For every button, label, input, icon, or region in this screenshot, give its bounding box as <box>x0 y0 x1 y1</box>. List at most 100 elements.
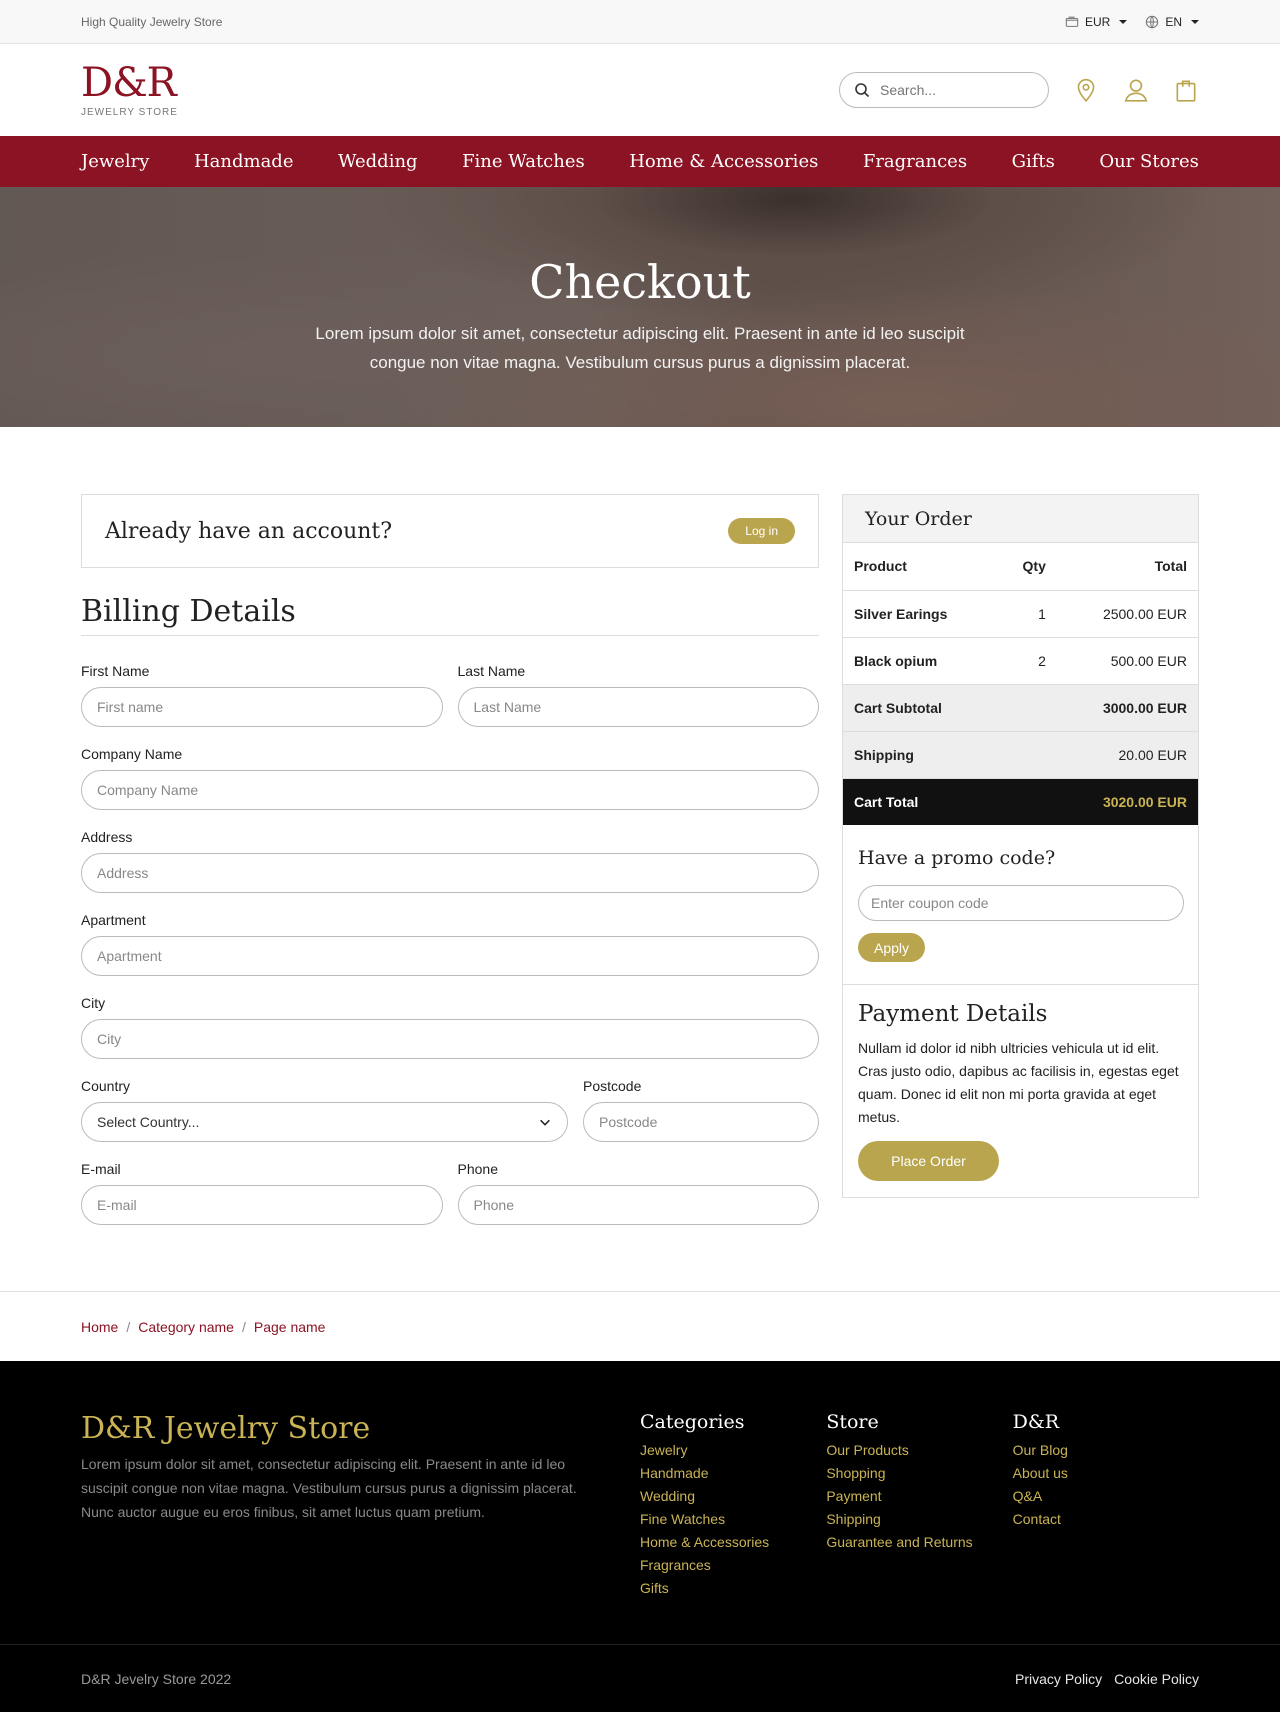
billing-column: Already have an account? Log in Billing … <box>81 494 819 1225</box>
main-nav: Jewelry Handmade Wedding Fine Watches Ho… <box>0 136 1280 187</box>
total-value: 3020.00 EUR <box>1056 778 1198 825</box>
item-qty: 2 <box>996 637 1057 685</box>
currency-value: EUR <box>1084 15 1111 29</box>
cookie-policy-link[interactable]: Cookie Policy <box>1114 1671 1199 1687</box>
footer-column-store: Store Our Products Shopping Payment Ship… <box>826 1411 1012 1600</box>
footer-link[interactable]: Wedding <box>640 1485 826 1508</box>
footer-column-categories: Categories Jewelry Handmade Wedding Fine… <box>640 1411 826 1600</box>
nav-item-wedding[interactable]: Wedding <box>338 151 418 172</box>
privacy-policy-link[interactable]: Privacy Policy <box>1015 1671 1102 1687</box>
payment-section: Payment Details Nullam id dolor id nibh … <box>843 985 1198 1197</box>
language-selector[interactable]: EN <box>1145 15 1199 29</box>
address-field[interactable] <box>81 853 819 893</box>
footer-link[interactable]: Shopping <box>826 1462 1012 1485</box>
country-label: Country <box>81 1078 131 1094</box>
account-question: Already have an account? <box>105 518 393 544</box>
footer-link[interactable]: Handmade <box>640 1462 826 1485</box>
postcode-field[interactable] <box>583 1102 819 1142</box>
footer-link[interactable]: Our Blog <box>1013 1439 1199 1462</box>
place-order-button[interactable]: Place Order <box>858 1141 999 1181</box>
login-button[interactable]: Log in <box>728 518 795 544</box>
site-footer: D&R Jewelry Store Lorem ipsum dolor sit … <box>0 1361 1280 1644</box>
footer-link[interactable]: Fragrances <box>640 1554 826 1577</box>
footer-link[interactable]: Home & Accessories <box>640 1531 826 1554</box>
hero-text: Lorem ipsum dolor sit amet, consectetur … <box>315 324 965 372</box>
breadcrumb-page[interactable]: Page name <box>254 1319 326 1335</box>
footer-column-title: Categories <box>640 1411 745 1433</box>
total-label: Cart Total <box>843 778 1057 825</box>
checkout-main: Already have an account? Log in Billing … <box>0 427 1280 1291</box>
footer-link[interactable]: Jewelry <box>640 1439 826 1462</box>
nav-item-handmade[interactable]: Handmade <box>194 151 294 172</box>
item-product: Silver Earings <box>843 590 997 638</box>
shipping-value: 20.00 EUR <box>1056 731 1198 779</box>
item-total: 2500.00 EUR <box>1056 590 1198 638</box>
order-table: Product Qty Total Silver Earings 1 2500.… <box>843 543 1198 825</box>
top-selectors: EUR EN <box>1065 15 1199 29</box>
user-icon[interactable] <box>1123 77 1149 103</box>
search-input[interactable] <box>880 82 1020 98</box>
table-row: Silver Earings 1 2500.00 EUR <box>843 590 1198 638</box>
postcode-label: Postcode <box>583 1078 642 1094</box>
hero-banner: Checkout Lorem ipsum dolor sit amet, con… <box>0 187 1280 427</box>
globe-icon <box>1146 15 1159 29</box>
footer-link[interactable]: About us <box>1013 1462 1199 1485</box>
coupon-input[interactable] <box>858 885 1184 921</box>
footer-link[interactable]: Our Products <box>826 1439 1012 1462</box>
caret-down-icon <box>1191 20 1199 24</box>
order-header: Your Order <box>843 495 1198 543</box>
logo-subtitle: JEWELRY STORE <box>81 106 178 118</box>
breadcrumb-category[interactable]: Category name <box>138 1319 234 1335</box>
first-name-field[interactable] <box>81 687 443 727</box>
footer-column-title: Store <box>826 1411 879 1433</box>
breadcrumb-home[interactable]: Home <box>81 1319 118 1335</box>
nav-item-jewelry[interactable]: Jewelry <box>81 151 149 172</box>
nav-item-fragrances[interactable]: Fragrances <box>863 151 967 172</box>
promo-section: Have a promo code? Apply <box>843 825 1198 985</box>
phone-label: Phone <box>457 1161 498 1177</box>
footer-brand-text: Lorem ipsum dolor sit amet, consectetur … <box>81 1456 577 1520</box>
language-value: EN <box>1165 15 1182 29</box>
nav-item-home-accessories[interactable]: Home & Accessories <box>629 151 818 172</box>
country-select[interactable]: Select Country... <box>81 1102 568 1142</box>
payment-text: Nullam id dolor id nibh ultricies vehicu… <box>858 1040 1179 1125</box>
city-field[interactable] <box>81 1019 819 1059</box>
search-box <box>839 72 1049 108</box>
last-name-field[interactable] <box>457 687 819 727</box>
email-field[interactable] <box>81 1185 443 1225</box>
footer-link[interactable]: Gifts <box>640 1577 826 1600</box>
apartment-field[interactable] <box>81 936 819 976</box>
footer-link[interactable]: Fine Watches <box>640 1508 826 1531</box>
email-label: E-mail <box>81 1161 121 1177</box>
order-column: Your Order Product Qty Total Silver Eari… <box>842 494 1199 1198</box>
shipping-row: Shipping 20.00 EUR <box>843 731 1198 779</box>
footer-link[interactable]: Payment <box>826 1485 1012 1508</box>
legal-links: Privacy Policy Cookie Policy <box>1015 1671 1199 1687</box>
apply-button[interactable]: Apply <box>858 933 926 962</box>
nav-item-fine-watches[interactable]: Fine Watches <box>462 151 585 172</box>
header-actions <box>839 72 1199 108</box>
nav-item-our-stores[interactable]: Our Stores <box>1099 151 1199 172</box>
footer-link[interactable]: Guarantee and Returns <box>826 1531 1012 1554</box>
company-field[interactable] <box>81 770 819 810</box>
phone-field[interactable] <box>457 1185 819 1225</box>
bag-icon[interactable] <box>1173 77 1199 103</box>
nav-item-gifts[interactable]: Gifts <box>1012 151 1055 172</box>
subtotal-label: Cart Subtotal <box>843 684 1057 732</box>
caret-down-icon <box>1119 20 1128 24</box>
footer-link[interactable]: Q&A <box>1013 1485 1199 1508</box>
promo-title: Have a promo code? <box>858 847 1056 869</box>
country-select-value: Select Country... <box>97 1114 200 1130</box>
footer-column-title: D&R <box>1012 1411 1060 1433</box>
logo[interactable]: D&R JEWELRY STORE <box>81 63 178 118</box>
footer-link[interactable]: Shipping <box>826 1508 1012 1531</box>
breadcrumb-separator: / <box>241 1319 246 1335</box>
sub-footer: D&R Jevelry Store 2022 Privacy Policy Co… <box>0 1644 1280 1712</box>
footer-link[interactable]: Contact <box>1013 1508 1199 1531</box>
company-label: Company Name <box>81 746 183 762</box>
wallet-icon <box>1065 16 1079 27</box>
apartment-label: Apartment <box>81 912 146 928</box>
currency-selector[interactable]: EUR <box>1065 15 1128 29</box>
location-icon[interactable] <box>1073 77 1099 103</box>
search-icon[interactable] <box>854 82 870 98</box>
